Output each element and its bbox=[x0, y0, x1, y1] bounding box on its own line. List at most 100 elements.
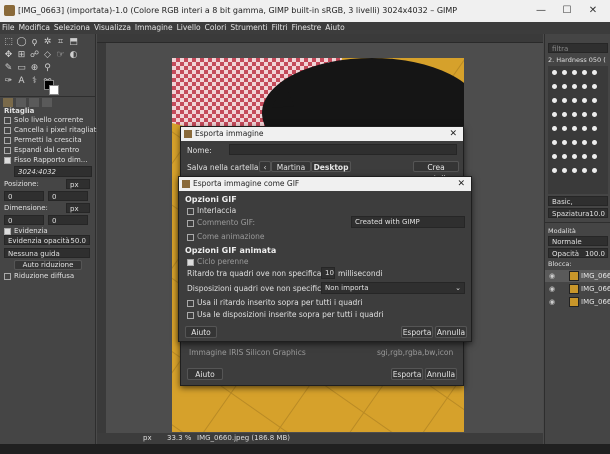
close-icon[interactable]: ✕ bbox=[457, 177, 465, 191]
menu-colori[interactable]: Colori bbox=[203, 22, 229, 34]
rect-select-icon[interactable]: ⬚ bbox=[3, 37, 14, 48]
loop-forever-option[interactable]: Ciclo perenne bbox=[187, 257, 249, 266]
menu-file[interactable]: File bbox=[0, 22, 17, 34]
as-animation-option[interactable]: Come animazione bbox=[187, 232, 264, 241]
eye-icon[interactable]: ◉ bbox=[549, 283, 555, 295]
gif-help-button[interactable]: Aiuto bbox=[185, 326, 217, 338]
gif-export-button[interactable]: Esporta bbox=[401, 326, 433, 338]
zoom-icon[interactable]: ⚲ bbox=[42, 63, 53, 74]
layer-opacity-slider[interactable]: Opacità 100.0 bbox=[548, 248, 608, 258]
close-icon[interactable]: ✕ bbox=[449, 127, 457, 141]
cage-icon[interactable]: ◇ bbox=[42, 50, 53, 61]
menu-strumenti[interactable]: Strumenti bbox=[228, 22, 269, 34]
checkbox[interactable] bbox=[187, 233, 194, 241]
fixed-ratio-option[interactable]: Fisso Rapporto dim... bbox=[4, 156, 87, 164]
path-segment-desktop[interactable]: Desktop bbox=[311, 161, 351, 172]
checkbox[interactable] bbox=[187, 219, 194, 227]
path-back-button[interactable]: ‹ bbox=[259, 161, 271, 172]
zoom-select[interactable]: 33.3 % bbox=[167, 433, 191, 444]
gif-comment-field[interactable]: Created with GIMP bbox=[351, 216, 465, 228]
size-unit-select[interactable]: px bbox=[66, 203, 90, 213]
layer-mode-select[interactable]: Normale bbox=[548, 236, 608, 246]
disposal-select[interactable]: Non importa ⌄ bbox=[321, 282, 465, 294]
menu-modifica[interactable]: Modifica bbox=[17, 22, 52, 34]
menu-livello[interactable]: Livello bbox=[175, 22, 203, 34]
bg-color-swatch[interactable] bbox=[49, 85, 59, 95]
menu-immagine[interactable]: Immagine bbox=[133, 22, 175, 34]
move-icon[interactable]: ✥ bbox=[3, 50, 14, 61]
allow-grow-option[interactable]: Permetti la crescita bbox=[4, 136, 82, 144]
gif-comment-option[interactable]: Commento GIF: bbox=[187, 218, 255, 227]
crop-icon[interactable]: ⌗ bbox=[55, 37, 66, 48]
checkbox[interactable] bbox=[4, 156, 11, 164]
minimize-button[interactable]: — bbox=[528, 3, 554, 19]
guides-select[interactable]: Nessuna guida bbox=[4, 248, 90, 258]
fuzzy-select-icon[interactable]: ✲ bbox=[42, 37, 53, 48]
checkbox[interactable] bbox=[4, 146, 11, 154]
ratio-field[interactable]: 3024:4032 bbox=[14, 166, 92, 177]
paintbrush-icon[interactable]: ✎ bbox=[3, 63, 14, 74]
unit-select[interactable]: px bbox=[143, 433, 152, 444]
text-icon[interactable]: A bbox=[16, 76, 27, 87]
size-h-field[interactable]: 0 bbox=[48, 215, 88, 225]
ellipse-select-icon[interactable]: ◯ bbox=[16, 37, 27, 48]
checkbox[interactable] bbox=[4, 272, 11, 280]
close-window-button[interactable]: ✕ bbox=[580, 3, 606, 19]
filetype-row-name[interactable]: Immagine IRIS Silicon Graphics bbox=[189, 348, 306, 357]
smudge-icon[interactable]: ☞ bbox=[55, 50, 66, 61]
export-help-button[interactable]: Aiuto bbox=[187, 368, 223, 380]
filename-field[interactable] bbox=[229, 144, 457, 155]
free-select-icon[interactable]: ϙ bbox=[29, 37, 40, 48]
undo-history-icon[interactable] bbox=[29, 98, 39, 107]
brush-grid[interactable] bbox=[548, 66, 608, 194]
checkbox[interactable] bbox=[187, 207, 194, 215]
checkbox[interactable] bbox=[4, 136, 11, 144]
path-segment-martina[interactable]: Martina bbox=[271, 161, 311, 172]
checkbox[interactable] bbox=[4, 126, 11, 134]
layer-row[interactable]: ◉ IMG_066 bbox=[545, 283, 610, 295]
align-icon[interactable]: ⊞ bbox=[16, 50, 27, 61]
clone-icon[interactable]: ⊕ bbox=[29, 63, 40, 74]
maximize-button[interactable]: ☐ bbox=[554, 3, 580, 19]
checkbox[interactable] bbox=[187, 299, 194, 307]
checkbox[interactable] bbox=[187, 258, 194, 266]
filetype-row-ext[interactable]: sgi,rgb,rgba,bw,icon bbox=[377, 348, 453, 357]
only-current-layer-option[interactable]: Solo livello corrente bbox=[4, 116, 83, 124]
use-disposal-option[interactable]: Usa le disposizioni inserite sopra per t… bbox=[187, 310, 384, 319]
color-picker-icon[interactable]: ⚕ bbox=[29, 76, 40, 87]
warp-icon[interactable]: ☍ bbox=[29, 50, 40, 61]
create-folder-button[interactable]: Crea cartella bbox=[413, 161, 459, 183]
use-delay-option[interactable]: Usa il ritardo inserito sopra per tutti … bbox=[187, 298, 362, 307]
delay-field[interactable]: 10 bbox=[321, 267, 335, 279]
checkbox[interactable] bbox=[187, 311, 194, 319]
brush-preset-select[interactable]: Basic, bbox=[548, 196, 608, 206]
expand-center-option[interactable]: Espandi dal centro bbox=[4, 146, 79, 154]
layer-row[interactable]: ◉ IMG_066 bbox=[545, 270, 610, 282]
highlight-option[interactable]: Evidenzia bbox=[4, 227, 48, 235]
checkbox[interactable] bbox=[4, 116, 11, 124]
images-icon[interactable] bbox=[42, 98, 52, 107]
dodge-icon[interactable]: ◐ bbox=[68, 50, 79, 61]
menu-visualizza[interactable]: Visualizza bbox=[92, 22, 133, 34]
device-status-icon[interactable] bbox=[16, 98, 26, 107]
export-button[interactable]: Esporta bbox=[391, 368, 423, 380]
eye-icon[interactable]: ◉ bbox=[549, 270, 555, 282]
unified-transform-icon[interactable]: ⬒ bbox=[68, 37, 79, 48]
menu-filtri[interactable]: Filtri bbox=[270, 22, 290, 34]
gif-cancel-button[interactable]: Annulla bbox=[435, 326, 467, 338]
eye-icon[interactable]: ◉ bbox=[549, 296, 555, 308]
path-icon[interactable]: ✑ bbox=[3, 76, 14, 87]
shrink-merged-option[interactable]: Riduzione diffusa bbox=[4, 272, 74, 280]
interlace-option[interactable]: Interlaccia bbox=[187, 206, 236, 215]
auto-shrink-button[interactable]: Auto riduzione bbox=[14, 260, 82, 270]
checkbox[interactable] bbox=[4, 227, 11, 235]
position-x-field[interactable]: 0 bbox=[4, 191, 44, 201]
export-cancel-button[interactable]: Annulla bbox=[425, 368, 457, 380]
eraser-icon[interactable]: ▭ bbox=[16, 63, 27, 74]
spacing-slider[interactable]: Spaziatura 10.0 bbox=[548, 208, 608, 218]
position-unit-select[interactable]: px bbox=[66, 179, 90, 189]
menu-seleziona[interactable]: Seleziona bbox=[52, 22, 92, 34]
layer-row[interactable]: ◉ IMG_066 bbox=[545, 296, 610, 308]
highlight-opacity-slider[interactable]: Evidenzia opacità 50.0 bbox=[4, 235, 90, 245]
menu-aiuto[interactable]: Aiuto bbox=[323, 22, 347, 34]
